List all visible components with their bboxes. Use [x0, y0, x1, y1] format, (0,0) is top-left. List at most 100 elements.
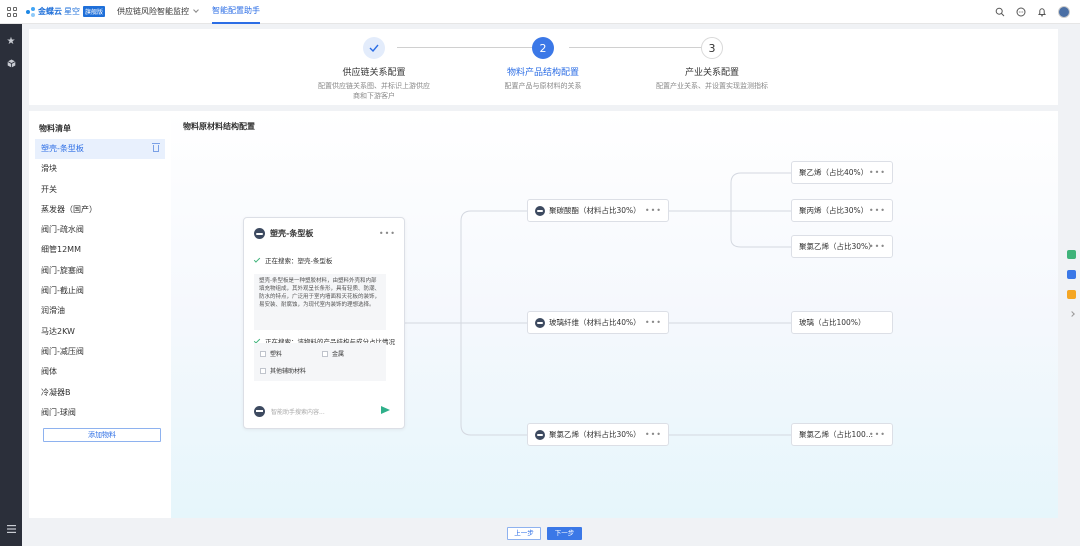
list-item[interactable]: 塑壳-条型板 [35, 139, 165, 160]
list-item[interactable]: 阀门-截止阀 [35, 281, 165, 301]
option-plastic[interactable]: 塑料 [260, 349, 282, 358]
list-item[interactable]: 冷凝器B [35, 383, 165, 403]
node-label: 聚氯乙烯（材料占比30%） [549, 430, 641, 439]
help-float-icon[interactable] [1067, 270, 1076, 279]
checkbox[interactable] [260, 350, 266, 357]
step-number: 3 [701, 37, 723, 59]
step-desc: 配置供应链关系图、并标识上游供应商和下游客户 [318, 82, 430, 100]
list-item[interactable]: 滑块 [35, 159, 165, 179]
tree-node-mid[interactable]: 聚碳酸酯（材料占比30%） ••• [527, 199, 669, 222]
step-supply-chain[interactable]: 供应链关系配置 配置供应链关系图、并标识上游供应商和下游客户 [304, 37, 444, 101]
more-icon[interactable]: ••• [869, 169, 886, 177]
tree-node-leaf[interactable]: 聚乙烯（占比40%） ••• [791, 161, 893, 184]
cube-icon[interactable] [0, 52, 22, 74]
material-list-title: 物料清单 [39, 124, 71, 133]
list-item-label: 阀门-旋塞阀 [41, 265, 84, 275]
more-icon[interactable]: ••• [645, 207, 662, 215]
tree-node-leaf[interactable]: 聚氯乙烯（占比30%） ••• [791, 235, 893, 258]
main-panel: 物料清单 塑壳-条型板 滑块 开关 蒸发器（国产） 阀门-疏水阀 细管12MM … [29, 111, 1058, 518]
list-item-label: 滑块 [41, 164, 57, 174]
message-icon[interactable] [1016, 7, 1026, 17]
structure-canvas: 物料原材料结构配置 塑壳-条型板 ••• 正在搜索：塑壳-条型板 塑壳-条型板是… [171, 111, 1058, 518]
option-other[interactable]: 其他辅助材料 [260, 366, 306, 375]
app-grid-icon[interactable] [0, 0, 24, 24]
top-bar: 金蝶云 星空 旗舰版 供应链风险智能监控 智能配置助手 [0, 0, 1080, 24]
feedback-float-icon[interactable] [1067, 290, 1076, 299]
star-icon[interactable]: ★ [0, 30, 22, 52]
tree-node-mid[interactable]: 聚氯乙烯（材料占比30%） ••• [527, 423, 669, 446]
node-label: 聚乙烯（占比40%） [799, 168, 869, 177]
chevron-right-icon[interactable] [1069, 311, 1075, 317]
search-icon[interactable] [995, 7, 1005, 17]
nav-item-risk-monitor[interactable]: 供应链风险智能监控 [117, 0, 199, 24]
step-material-structure[interactable]: 2 物料产品结构配置 配置产品与原材料的关系 [473, 37, 613, 91]
list-item-label: 阀门-截止阀 [41, 286, 84, 296]
option-metal[interactable]: 金属 [322, 349, 344, 358]
list-item[interactable]: 阀门-球阀 [35, 403, 165, 423]
brand-logo[interactable]: 金蝶云 星空 旗舰版 [26, 6, 106, 17]
menu-icon[interactable] [0, 518, 22, 540]
send-icon[interactable] [381, 406, 390, 414]
step-desc: 配置产品与原材料的关系 [504, 82, 582, 90]
tree-node-leaf[interactable]: 聚丙烯（占比30%） ••• [791, 199, 893, 222]
node-label: 聚氯乙烯（占比30%） [799, 242, 876, 251]
check-icon [253, 255, 261, 263]
composition-options: 塑料 金属 其他辅助材料 [254, 343, 386, 381]
more-icon[interactable]: ••• [869, 207, 886, 215]
avatar[interactable] [1058, 6, 1070, 18]
list-item[interactable]: 马达2KW [35, 322, 165, 342]
list-item[interactable]: 润滑油 [35, 301, 165, 321]
checkbox[interactable] [322, 350, 328, 357]
list-item[interactable]: 细管12MM [35, 240, 165, 260]
list-item[interactable]: 阀门-减压阀 [35, 342, 165, 362]
search-status-1: 正在搜索：塑壳-条型板 [253, 255, 333, 265]
nav-item-label: 供应链风险智能监控 [117, 7, 190, 16]
list-item[interactable]: 阀体 [35, 362, 165, 382]
list-item-label: 冷凝器B [41, 387, 71, 397]
brand-sub: 星空 [64, 7, 80, 16]
step-industry-relation[interactable]: 3 产业关系配置 配置产业关系、并设置实现监测指标 [642, 37, 782, 91]
material-description: 塑壳-条型板是一种塑胶材料，由塑料外壳和内部填充物组成，其外观呈长条形，具有轻质… [254, 274, 386, 330]
more-icon[interactable]: ••• [869, 431, 886, 439]
more-icon[interactable]: ••• [645, 319, 662, 327]
footer-bar: 上一步 下一步 [29, 520, 1058, 546]
option-label: 其他辅助材料 [270, 368, 307, 375]
more-icon[interactable]: ••• [379, 229, 396, 238]
top-nav: 供应链风险智能监控 智能配置助手 [117, 0, 274, 24]
tree-node-mid[interactable]: 玻璃纤维（材料占比40%） ••• [527, 311, 669, 334]
assistant-card: 塑壳-条型板 ••• 正在搜索：塑壳-条型板 塑壳-条型板是一种塑胶材料，由塑料… [243, 217, 405, 429]
tree-node-leaf[interactable]: 聚氯乙烯（占比100... ••• [791, 423, 893, 446]
assistant-input[interactable]: 智能助手搜索内容... [254, 402, 390, 420]
step-desc: 配置产业关系、并设置实现监测指标 [656, 82, 768, 90]
list-item-label: 塑壳-条型板 [41, 144, 84, 153]
search-status-text: 正在搜索：塑壳-条型板 [265, 257, 333, 265]
node-label: 玻璃（占比100%） [799, 318, 866, 327]
node-label: 聚碳酸酯（材料占比30%） [549, 206, 641, 215]
node-icon [535, 205, 545, 216]
chevron-down-icon [193, 7, 199, 13]
list-item-label: 开关 [41, 184, 57, 194]
nav-item-config-assistant[interactable]: 智能配置助手 [212, 0, 261, 24]
add-material-button[interactable]: 添加物料 [43, 428, 161, 442]
node-label: 玻璃纤维（材料占比40%） [549, 318, 641, 327]
list-item[interactable]: 阀门-旋塞阀 [35, 261, 165, 281]
list-item[interactable]: 开关 [35, 180, 165, 200]
tree-node-leaf[interactable]: 玻璃（占比100%） [791, 311, 893, 334]
list-item-label: 细管12MM [41, 245, 81, 255]
list-item-label: 润滑油 [41, 306, 65, 316]
step-done-check-icon [363, 37, 385, 59]
list-item-label: 阀门-球阀 [41, 407, 76, 417]
list-item[interactable]: 阀门-疏水阀 [35, 220, 165, 240]
assistant-float-icon[interactable] [1067, 250, 1076, 259]
more-icon[interactable]: ••• [645, 431, 662, 439]
nav-item-label: 智能配置助手 [212, 6, 261, 15]
list-item[interactable]: 蒸发器（国产） [35, 200, 165, 220]
bell-icon[interactable] [1037, 7, 1047, 17]
checkbox[interactable] [260, 367, 266, 374]
node-label: 聚氯乙烯（占比100... [799, 430, 873, 439]
more-icon[interactable]: ••• [869, 243, 886, 251]
next-step-button[interactable]: 下一步 [547, 527, 582, 540]
trash-icon[interactable] [152, 143, 160, 152]
prev-step-button[interactable]: 上一步 [507, 527, 541, 540]
list-item-label: 马达2KW [41, 326, 75, 336]
